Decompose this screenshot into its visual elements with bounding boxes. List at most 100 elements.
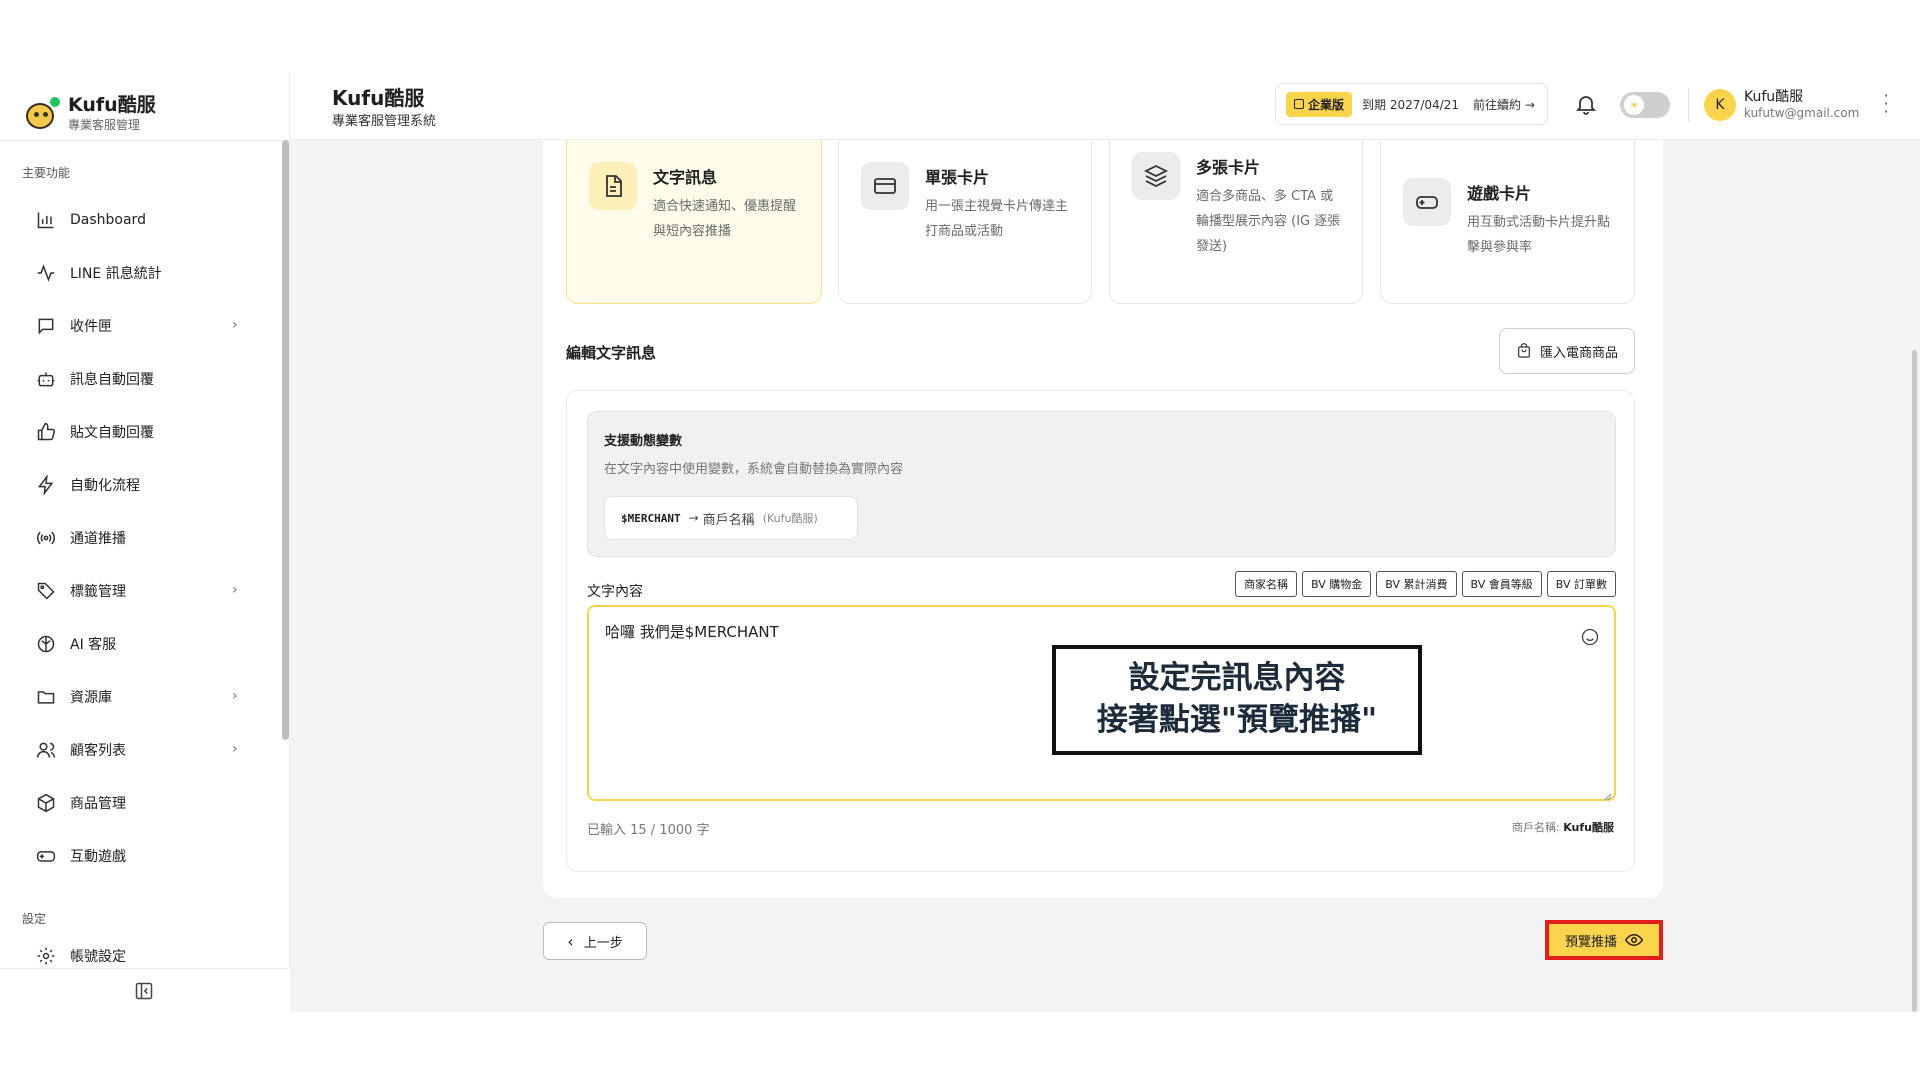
- back-button[interactable]: ‹ 上一步: [543, 922, 647, 960]
- message-text: 哈囉 我們是$MERCHANT: [605, 623, 779, 641]
- theme-toggle[interactable]: ☀: [1620, 92, 1670, 118]
- brand-logo-icon: [24, 97, 60, 131]
- type-card-desc: 適合快速通知、優惠提醒與短內容推播: [653, 199, 797, 239]
- tags-icon: [36, 581, 56, 601]
- chevron-right-icon: ›: [232, 688, 238, 704]
- smile-icon[interactable]: [1580, 627, 1600, 647]
- file-text-icon: [589, 162, 637, 210]
- sidebar-item-auto-reply[interactable]: 訊息自動回覆: [36, 361, 246, 397]
- instruction-annotation: 設定完訊息內容 接著點選"預覽推播": [1052, 645, 1422, 755]
- tag-button[interactable]: 商家名稱: [1235, 571, 1298, 597]
- import-products-button[interactable]: 匯入電商商品: [1499, 328, 1635, 374]
- main-content: 文字訊息 適合快速通知、優惠提醒與短內容推播 單張卡片 用一張主視覺卡片傳達主打…: [290, 140, 1920, 1012]
- type-card-title: 文字訊息: [653, 168, 718, 187]
- sidebar-item-broadcast[interactable]: 通道推播: [36, 520, 246, 556]
- sidebar-item-label: 通道推播: [70, 531, 126, 547]
- sidebar-item-post-reply[interactable]: 貼文自動回覆: [36, 414, 246, 450]
- sidebar-item-label: 帳號設定: [70, 949, 126, 965]
- sidebar-item-dashboard[interactable]: Dashboard: [36, 202, 246, 238]
- tag-button[interactable]: BV 累計消費: [1376, 571, 1457, 597]
- tag-button[interactable]: BV 訂單數: [1546, 571, 1616, 597]
- page-subtitle: 專業客服管理系統: [332, 114, 437, 129]
- type-card-title: 遊戲卡片: [1467, 184, 1532, 203]
- sidebar-divider: [0, 140, 290, 141]
- plan-status[interactable]: 企業版 到期 2027/04/21 前往續約 →: [1275, 83, 1548, 125]
- bell-icon[interactable]: [1574, 92, 1598, 116]
- variable-name: 商戶名稱: [702, 512, 755, 528]
- brand-subtitle: 專業客服管理: [68, 118, 141, 132]
- sidebar-item-label: 互動遊戲: [70, 849, 126, 865]
- top-header: Kufu酷服 專業客服管理系統 企業版 到期 2027/04/21 前往續約 →…: [290, 72, 1920, 140]
- header-divider: [1688, 88, 1689, 122]
- thumbs-up-icon: [36, 422, 56, 442]
- arrow-right-icon: →: [688, 511, 699, 525]
- renew-link[interactable]: 前往續約 →: [1473, 96, 1535, 113]
- sidebar-item-products[interactable]: 商品管理: [36, 785, 246, 821]
- type-card-title: 多張卡片: [1196, 158, 1261, 177]
- sidebar-item-label: LINE 訊息統計: [70, 266, 162, 282]
- main-scrollbar[interactable]: [1912, 350, 1917, 1012]
- dynamic-vars-panel: 支援動態變數 在文字內容中使用變數，系統會自動替換為實際內容 $MERCHANT…: [587, 411, 1616, 557]
- credit-card-icon: [861, 162, 909, 210]
- preview-button-label: 預覽推播: [1564, 934, 1617, 950]
- sidebar-scrollbar[interactable]: [282, 140, 289, 740]
- content-label: 文字內容: [587, 584, 643, 600]
- merchant-note-label: 商戶名稱:: [1512, 821, 1564, 834]
- bot-icon: [36, 369, 56, 389]
- sidebar-item-line-stats[interactable]: LINE 訊息統計: [36, 255, 246, 291]
- tag-button[interactable]: BV 購物金: [1302, 571, 1372, 597]
- resize-handle-icon[interactable]: [1602, 787, 1612, 801]
- type-card-carousel[interactable]: 多張卡片 適合多商品、多 CTA 或輪播型展示內容 (IG 逐張發送): [1109, 140, 1363, 304]
- variable-chip[interactable]: $MERCHANT → 商戶名稱 (Kufu酷服): [604, 496, 858, 540]
- gamepad-icon: [36, 846, 56, 866]
- sidebar-item-games[interactable]: 互動遊戲: [36, 838, 246, 874]
- variable-example: (Kufu酷服): [762, 512, 818, 525]
- type-card-text[interactable]: 文字訊息 適合快速通知、優惠提醒與短內容推播: [566, 140, 822, 304]
- back-button-label: 上一步: [583, 935, 623, 951]
- sidebar-item-label: AI 客服: [70, 637, 117, 653]
- sidebar-item-resources[interactable]: 資源庫 ›: [36, 679, 246, 715]
- sidebar-item-account-settings[interactable]: 帳號設定: [36, 944, 246, 968]
- type-card-single[interactable]: 單張卡片 用一張主視覺卡片傳達主打商品或活動: [838, 140, 1092, 304]
- dynamic-vars-desc: 在文字內容中使用變數，系統會自動替換為實際內容: [604, 462, 904, 477]
- plan-badge: 企業版: [1286, 91, 1353, 117]
- brand[interactable]: Kufu酷服 專業客服管理: [24, 84, 156, 144]
- preview-broadcast-button[interactable]: 預覽推播: [1545, 920, 1663, 960]
- gamepad-icon: [1403, 178, 1451, 226]
- sidebar-item-automation[interactable]: 自動化流程: [36, 467, 246, 503]
- eye-icon: [1625, 933, 1643, 947]
- sidebar-item-tags[interactable]: 標籤管理 ›: [36, 573, 246, 609]
- top-blank-strip: [0, 0, 1920, 72]
- annotation-line-1: 設定完訊息內容: [1128, 660, 1346, 696]
- message-textarea[interactable]: 哈囉 我們是$MERCHANT 設定完訊息內容 接著點選"預覽推播": [587, 605, 1616, 801]
- sidebar-item-label: 顧客列表: [70, 743, 126, 759]
- sidebar-collapse-icon[interactable]: [134, 981, 154, 1001]
- sidebar-item-label: Dashboard: [70, 212, 146, 228]
- type-card-desc: 用互動式活動卡片提升點擊與參與率: [1467, 215, 1611, 255]
- nav-section-main: 主要功能: [22, 166, 71, 180]
- sidebar-item-customers[interactable]: 顧客列表 ›: [36, 732, 246, 768]
- shopping-bag-icon: [1518, 343, 1530, 358]
- message-square-icon: [36, 316, 56, 336]
- sidebar-item-label: 商品管理: [70, 796, 126, 812]
- type-card-game[interactable]: 遊戲卡片 用互動式活動卡片提升點擊與參與率: [1380, 140, 1635, 304]
- tag-button[interactable]: BV 會員等級: [1461, 571, 1542, 597]
- broadcast-editor-card: 文字訊息 適合快速通知、優惠提醒與短內容推播 單張卡片 用一張主視覺卡片傳達主打…: [543, 140, 1663, 898]
- sidebar: Kufu酷服 專業客服管理 主要功能 Dashboard LINE 訊息統計 收…: [0, 72, 290, 1012]
- page-title: Kufu酷服: [332, 86, 425, 110]
- sidebar-item-label: 資源庫: [70, 690, 112, 706]
- sidebar-item-ai-support[interactable]: AI 客服: [36, 626, 246, 662]
- bottom-blank-strip: [0, 1012, 1920, 1080]
- user-name[interactable]: Kufu酷服: [1744, 86, 1803, 106]
- text-editor-panel: 支援動態變數 在文字內容中使用變數，系統會自動替換為實際內容 $MERCHANT…: [566, 390, 1635, 872]
- sidebar-item-label: 貼文自動回覆: [70, 425, 154, 441]
- lock-icon: [1294, 99, 1304, 109]
- sidebar-item-inbox[interactable]: 收件匣 ›: [36, 308, 246, 344]
- import-products-label: 匯入電商商品: [1539, 345, 1618, 361]
- sidebar-footer: [0, 968, 290, 1012]
- avatar[interactable]: K: [1704, 89, 1736, 121]
- more-menu-icon[interactable]: · · ·: [1882, 88, 1890, 120]
- brand-title: Kufu酷服: [68, 94, 156, 116]
- editor-section-title: 編輯文字訊息: [566, 344, 657, 362]
- type-card-title: 單張卡片: [925, 168, 990, 187]
